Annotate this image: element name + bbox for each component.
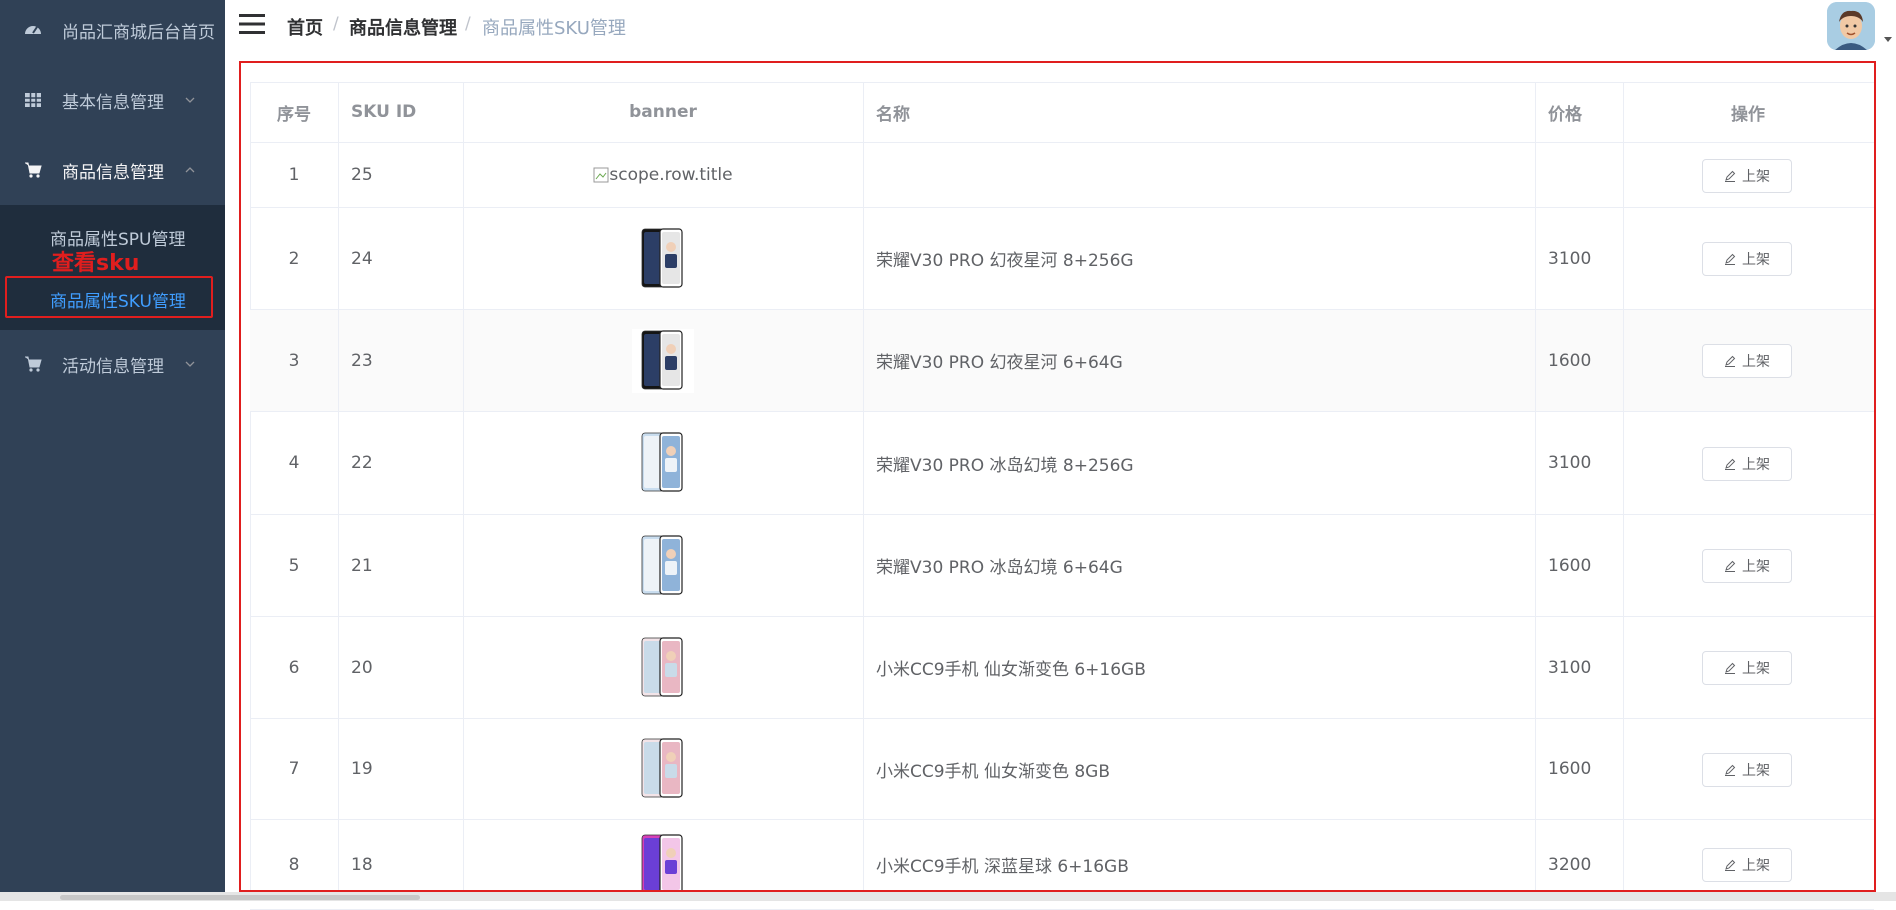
chevron-down-icon — [185, 361, 195, 367]
breadcrumb-current: 商品属性SKU管理 — [482, 18, 626, 39]
table-icon — [25, 93, 41, 107]
sidebar-item-label: 商品信息管理 — [62, 162, 164, 183]
avatar[interactable] — [1827, 2, 1875, 50]
sidebar-item-home[interactable]: 尚品汇商城后台首页 — [0, 0, 225, 60]
cart-icon — [25, 162, 42, 178]
sidebar-item-product-info[interactable]: 商品信息管理 — [0, 140, 225, 200]
chevron-down-icon — [185, 97, 195, 103]
breadcrumb-separator: / — [333, 14, 339, 34]
sidebar: 尚品汇商城后台首页 基本信息管理 商品信息管理 商品属性SPU管理 商品属性SK… — [0, 0, 225, 901]
breadcrumb-home[interactable]: 首页 — [287, 14, 323, 40]
scrollbar-thumb[interactable] — [60, 895, 420, 900]
navbar: 首页 / 商品信息管理 / 商品属性SKU管理 — [225, 0, 1896, 52]
sidebar-item-activity-info[interactable]: 活动信息管理 — [0, 334, 225, 394]
annotation-content-frame — [239, 61, 1876, 892]
sidebar-item-basic-info[interactable]: 基本信息管理 — [0, 70, 225, 130]
chevron-up-icon — [185, 167, 195, 173]
dashboard-icon — [25, 26, 41, 34]
hamburger-icon[interactable] — [239, 13, 265, 35]
annotation-text: 查看sku — [52, 251, 140, 276]
sidebar-item-label: 基本信息管理 — [62, 92, 164, 113]
sidebar-item-label: 活动信息管理 — [62, 356, 164, 377]
cart-icon — [25, 356, 42, 372]
breadcrumb-product-info[interactable]: 商品信息管理 — [349, 14, 457, 40]
caret-down-icon[interactable] — [1884, 37, 1892, 42]
sidebar-item-label: 尚品汇商城后台首页 — [62, 22, 215, 43]
breadcrumb-separator: / — [465, 14, 471, 34]
user-avatar-icon — [1827, 2, 1875, 50]
annotation-box — [5, 276, 213, 318]
